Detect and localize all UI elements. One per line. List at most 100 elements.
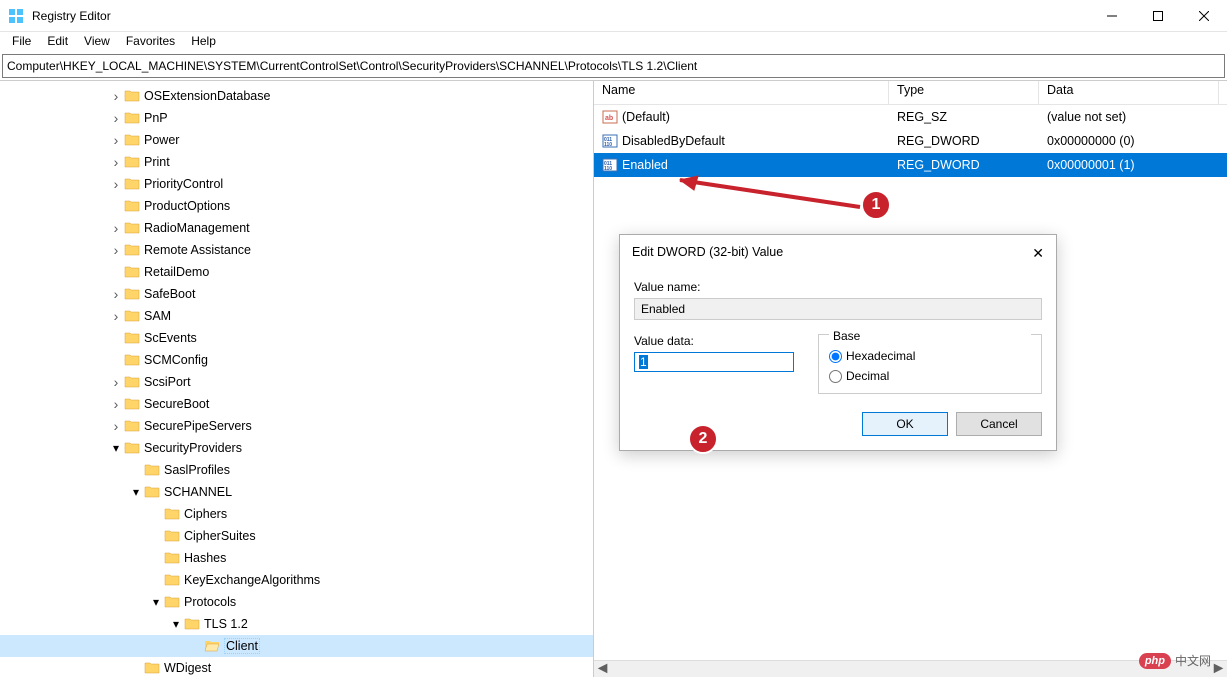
tree-item[interactable]: SaslProfiles xyxy=(0,459,593,481)
tree-label: CipherSuites xyxy=(184,529,256,543)
minimize-button[interactable] xyxy=(1089,0,1135,32)
chevron-icon[interactable]: › xyxy=(108,110,124,126)
tree-label: Print xyxy=(144,155,170,169)
scroll-right-icon[interactable]: ► xyxy=(1210,661,1227,678)
chevron-icon[interactable]: ▾ xyxy=(168,617,184,631)
watermark: php 中文网 xyxy=(1139,652,1211,669)
chevron-icon[interactable]: › xyxy=(108,220,124,236)
tree-label: SaslProfiles xyxy=(164,463,230,477)
cancel-button[interactable]: Cancel xyxy=(956,412,1042,436)
menu-edit[interactable]: Edit xyxy=(39,32,76,52)
tree-item[interactable]: WDigest xyxy=(0,657,593,677)
cell-data: 0x00000001 (1) xyxy=(1039,158,1219,172)
svg-text:110: 110 xyxy=(604,166,612,172)
folder-icon xyxy=(124,418,140,434)
tree-item[interactable]: RetailDemo xyxy=(0,261,593,283)
tree-item[interactable]: ›PnP xyxy=(0,107,593,129)
tree-item[interactable]: ›Power xyxy=(0,129,593,151)
tree-label: OSExtensionDatabase xyxy=(144,89,270,103)
radio-dec-input[interactable] xyxy=(829,370,842,383)
header-data[interactable]: Data xyxy=(1039,81,1219,104)
folder-icon xyxy=(164,594,180,610)
menu-view[interactable]: View xyxy=(76,32,118,52)
chevron-icon[interactable]: ▾ xyxy=(108,441,124,455)
header-type[interactable]: Type xyxy=(889,81,1039,104)
scroll-track[interactable] xyxy=(611,661,1210,678)
chevron-icon[interactable]: › xyxy=(108,286,124,302)
reg-sz-icon: ab xyxy=(602,109,618,125)
chevron-icon[interactable]: › xyxy=(108,88,124,104)
tree-item[interactable]: › ScsiPort xyxy=(0,371,593,393)
value-name-field: Enabled xyxy=(634,298,1042,320)
tree-item[interactable]: ›Remote Assistance xyxy=(0,239,593,261)
cell-data: 0x00000000 (0) xyxy=(1039,134,1219,148)
tree-item[interactable]: ▾SecurityProviders xyxy=(0,437,593,459)
tree-item[interactable]: ›SecurePipeServers xyxy=(0,415,593,437)
tree-item[interactable]: ProductOptions xyxy=(0,195,593,217)
tree-item[interactable]: SCMConfig xyxy=(0,349,593,371)
value-name-label: Value name: xyxy=(634,280,1042,294)
folder-icon xyxy=(144,462,160,478)
ok-button[interactable]: OK xyxy=(862,412,948,436)
chevron-icon[interactable]: › xyxy=(108,374,124,390)
tree-item[interactable]: › Print xyxy=(0,151,593,173)
scroll-left-icon[interactable]: ◄ xyxy=(594,661,611,678)
tree-label: ScsiPort xyxy=(144,375,191,389)
chevron-icon[interactable]: › xyxy=(108,418,124,434)
chevron-icon[interactable]: › xyxy=(108,132,124,148)
chevron-icon[interactable]: › xyxy=(108,308,124,324)
tree-label: Client xyxy=(224,638,260,654)
address-bar[interactable]: Computer\HKEY_LOCAL_MACHINE\SYSTEM\Curre… xyxy=(2,54,1225,78)
tree-item[interactable]: KeyExchangeAlgorithms xyxy=(0,569,593,591)
chevron-icon[interactable]: › xyxy=(108,154,124,170)
chevron-icon[interactable]: › xyxy=(108,242,124,258)
tree-label: Protocols xyxy=(184,595,236,609)
folder-icon xyxy=(124,352,140,368)
tree-item[interactable]: ›SafeBoot xyxy=(0,283,593,305)
tree-item[interactable]: ▾ Protocols xyxy=(0,591,593,613)
folder-icon xyxy=(124,264,140,280)
tree-item[interactable]: › OSExtensionDatabase xyxy=(0,85,593,107)
list-row[interactable]: 011110DisabledByDefaultREG_DWORD0x000000… xyxy=(594,129,1227,153)
tree-item[interactable]: ▾TLS 1.2 xyxy=(0,613,593,635)
folder-icon xyxy=(124,198,140,214)
menu-favorites[interactable]: Favorites xyxy=(118,32,183,52)
tree-item[interactable]: ›SecureBoot xyxy=(0,393,593,415)
cell-type: REG_DWORD xyxy=(889,134,1039,148)
close-button[interactable] xyxy=(1181,0,1227,32)
tree-label: Hashes xyxy=(184,551,226,565)
header-name[interactable]: Name xyxy=(594,81,889,104)
menu-file[interactable]: File xyxy=(4,32,39,52)
tree-item[interactable]: ▾SCHANNEL xyxy=(0,481,593,503)
tree-label: SAM xyxy=(144,309,171,323)
dialog-title: Edit DWORD (32-bit) Value xyxy=(632,245,783,262)
chevron-icon[interactable]: › xyxy=(108,396,124,412)
radio-hexadecimal[interactable]: Hexadecimal xyxy=(829,349,1031,363)
tree-item[interactable]: CipherSuites xyxy=(0,525,593,547)
list-row[interactable]: 011110EnabledREG_DWORD0x00000001 (1) xyxy=(594,153,1227,177)
horizontal-scrollbar[interactable]: ◄ ► xyxy=(594,660,1227,677)
cell-data: (value not set) xyxy=(1039,110,1219,124)
list-row[interactable]: ab(Default)REG_SZ(value not set) xyxy=(594,105,1227,129)
chevron-icon[interactable]: ▾ xyxy=(148,595,164,609)
chevron-icon[interactable]: › xyxy=(108,176,124,192)
list-header: Name Type Data xyxy=(594,81,1227,105)
tree-item[interactable]: › SAM xyxy=(0,305,593,327)
radio-decimal[interactable]: Decimal xyxy=(829,369,1031,383)
maximize-button[interactable] xyxy=(1135,0,1181,32)
tree-item[interactable]: ›RadioManagement xyxy=(0,217,593,239)
tree-item[interactable]: Ciphers xyxy=(0,503,593,525)
cell-type: REG_DWORD xyxy=(889,158,1039,172)
chevron-icon[interactable]: ▾ xyxy=(128,485,144,499)
radio-hex-input[interactable] xyxy=(829,350,842,363)
dialog-close-button[interactable]: ✕ xyxy=(1032,245,1044,262)
tree-panel[interactable]: ›OSExtensionDatabase›PnP›Power›Print›Pri… xyxy=(0,81,594,677)
app-icon xyxy=(8,8,24,24)
tree-item[interactable]: Client xyxy=(0,635,593,657)
tree-item[interactable]: ScEvents xyxy=(0,327,593,349)
menu-help[interactable]: Help xyxy=(183,32,224,52)
folder-icon xyxy=(164,528,180,544)
tree-item[interactable]: ›PriorityControl xyxy=(0,173,593,195)
tree-item[interactable]: Hashes xyxy=(0,547,593,569)
value-data-input[interactable]: 1 xyxy=(634,352,794,372)
